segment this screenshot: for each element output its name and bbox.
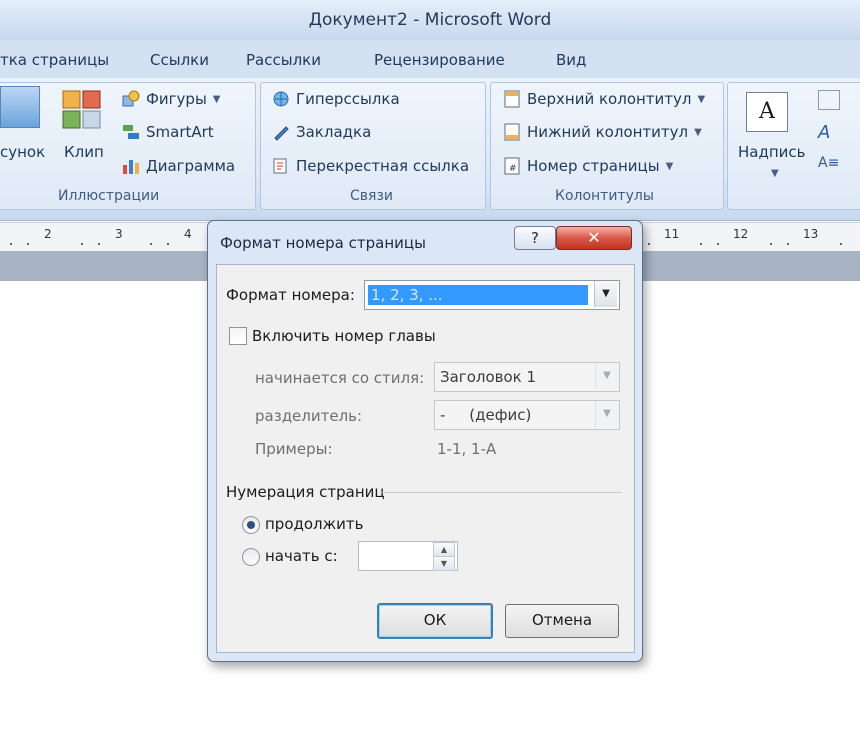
tab-view[interactable]: Вид — [556, 51, 586, 69]
clip-art-button[interactable]: Клип — [64, 143, 104, 161]
separator-label: разделитель: — [255, 407, 363, 425]
smartart-button[interactable]: SmartArt — [122, 123, 214, 141]
links-group-label: Связи — [350, 188, 393, 204]
start-at-radio[interactable] — [242, 548, 260, 566]
bookmark-icon — [272, 123, 290, 141]
page-number-icon: # — [503, 157, 521, 175]
cross-reference-icon — [272, 157, 290, 175]
picture-icon[interactable] — [0, 86, 40, 128]
quick-parts-icon[interactable] — [818, 90, 840, 110]
smartart-icon — [122, 123, 140, 141]
header-icon — [503, 90, 521, 108]
cancel-button[interactable]: Отмена — [505, 604, 619, 638]
spin-down-icon[interactable]: ▼ — [433, 556, 455, 571]
tab-mailings[interactable]: Рассылки — [246, 51, 321, 69]
drop-cap-icon[interactable]: A≡ — [818, 155, 840, 175]
header-button[interactable]: Верхний колонтитул ▼ — [503, 90, 705, 108]
chevron-down-icon: ▼ — [697, 93, 706, 105]
chevron-down-icon: ▼ — [595, 401, 618, 427]
close-button[interactable]: ✕ — [556, 226, 632, 250]
starts-with-style-value: Заголовок 1 — [440, 368, 537, 386]
illustrations-group-label: Иллюстрации — [58, 188, 160, 204]
number-format-label: Формат номера: — [226, 286, 355, 304]
tab-page-layout[interactable]: тка страницы — [0, 51, 109, 69]
radio-selected-dot — [247, 521, 255, 529]
footer-icon — [503, 123, 521, 141]
include-chapter-label[interactable]: Включить номер главы — [252, 327, 436, 345]
separator-value: - (дефис) — [440, 406, 532, 424]
ok-button[interactable]: ОК — [377, 603, 493, 639]
include-chapter-checkbox[interactable] — [229, 327, 247, 345]
chevron-down-icon: ▼ — [212, 93, 221, 105]
textbox-button[interactable]: Надпись — [738, 143, 806, 161]
textbox-icon[interactable]: A — [746, 92, 788, 132]
picture-button[interactable]: сунок — [0, 143, 45, 161]
help-button[interactable]: ? — [514, 226, 556, 250]
wordart-icon[interactable]: A — [818, 122, 840, 143]
examples-label: Примеры: — [255, 440, 333, 458]
chevron-down-icon: ▼ — [595, 363, 618, 389]
chart-button[interactable]: Диаграмма — [122, 157, 235, 175]
chevron-down-icon: ▼ — [665, 160, 674, 172]
page-numbering-label: Нумерация страниц — [226, 483, 385, 501]
footer-button[interactable]: Нижний колонтитул ▼ — [503, 123, 702, 141]
tab-references[interactable]: Ссылки — [150, 51, 209, 69]
chart-icon — [122, 157, 140, 175]
header-footer-group-label: Колонтитулы — [555, 188, 654, 204]
spin-up-icon[interactable]: ▲ — [433, 542, 455, 557]
dialog-body — [216, 264, 635, 653]
chevron-down-icon[interactable]: ▼ — [594, 281, 617, 307]
start-at-label[interactable]: начать с: — [265, 547, 338, 565]
dialog-title: Формат номера страницы — [220, 234, 426, 252]
examples-value: 1-1, 1-А — [437, 440, 497, 458]
bookmark-button[interactable]: Закладка — [272, 123, 371, 141]
window-title: Документ2 - Microsoft Word — [308, 10, 552, 30]
svg-text:#: # — [509, 164, 517, 174]
chevron-down-icon: ▼ — [771, 168, 779, 179]
clip-art-icon[interactable] — [62, 90, 102, 130]
globe-link-icon — [272, 90, 290, 108]
shapes-button[interactable]: Фигуры ▼ — [122, 90, 221, 108]
section-divider — [380, 492, 622, 493]
continue-label[interactable]: продолжить — [265, 515, 363, 533]
hyperlink-button[interactable]: Гиперссылка — [272, 90, 400, 108]
shapes-icon — [122, 90, 140, 108]
starts-with-style-label: начинается со стиля: — [255, 369, 425, 387]
page-number-button[interactable]: # Номер страницы ▼ — [503, 157, 673, 175]
cross-reference-button[interactable]: Перекрестная ссылка — [272, 157, 469, 175]
chevron-down-icon: ▼ — [694, 126, 702, 138]
tab-review[interactable]: Рецензирование — [374, 51, 505, 69]
number-format-value: 1, 2, 3, ... — [371, 286, 443, 304]
